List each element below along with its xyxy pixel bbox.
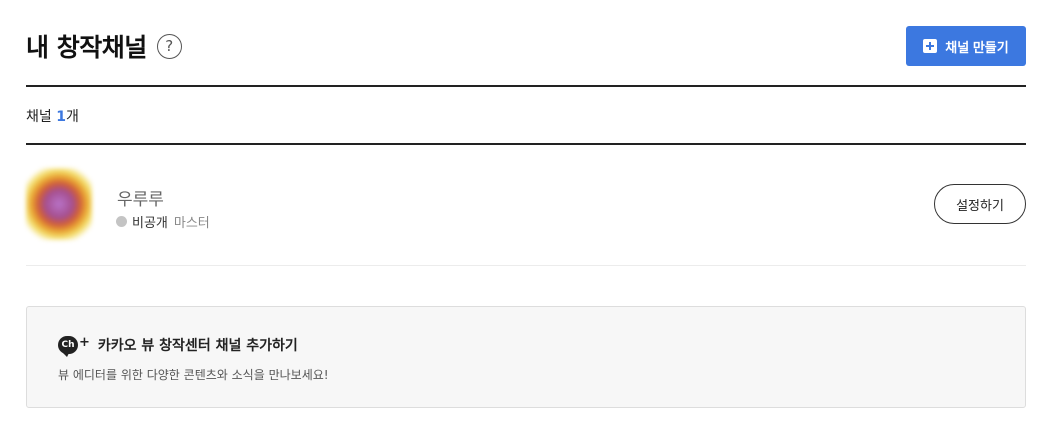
page-header: 내 창작채널 ? 채널 만들기 (26, 26, 1026, 66)
channel-meta: 비공개 마스터 (116, 212, 210, 231)
create-channel-label: 채널 만들기 (945, 39, 1009, 55)
channel-status: 비공개 (132, 216, 168, 231)
channel-name[interactable]: 우루루 (117, 185, 164, 210)
promo-description: 뷰 에디터를 위한 다양한 콘텐츠와 소식을 만나보세요! (58, 368, 329, 382)
help-icon[interactable]: ? (156, 33, 182, 59)
add-channel-promo[interactable]: Ch + 카카오 뷰 창작센터 채널 추가하기 뷰 에디터를 위한 다양한 콘텐… (26, 306, 1026, 408)
channel-role: 마스터 (173, 216, 210, 231)
header-divider (26, 85, 1026, 87)
list-divider (26, 143, 1026, 145)
create-channel-button[interactable]: 채널 만들기 (906, 26, 1026, 66)
channel-row: 우루루 비공개 마스터 설정하기 (26, 146, 1026, 266)
channel-count-prefix: 채널 (26, 109, 57, 125)
page: 내 창작채널 ? 채널 만들기 채널 1개 우루루 비공개 마스터 설정하기 C… (0, 0, 1055, 432)
status-dot-icon (116, 216, 127, 227)
channel-count-suffix: 개 (65, 109, 79, 125)
channel-add-icon: Ch + (58, 334, 90, 357)
ch-plus-icon: + (79, 334, 90, 350)
settings-button[interactable]: 설정하기 (934, 184, 1026, 224)
promo-title-line: Ch + 카카오 뷰 창작센터 채널 추가하기 (58, 334, 298, 357)
promo-title: 카카오 뷰 창작센터 채널 추가하기 (97, 338, 298, 354)
page-title: 내 창작채널 (26, 33, 147, 62)
plus-square-icon (923, 39, 938, 53)
title-wrap: 내 창작채널 ? (26, 28, 182, 64)
channel-count-number: 1 (56, 109, 66, 125)
channel-avatar[interactable] (26, 168, 92, 240)
channel-count: 채널 1개 (26, 106, 79, 126)
ch-bubble-icon: Ch (58, 336, 78, 357)
